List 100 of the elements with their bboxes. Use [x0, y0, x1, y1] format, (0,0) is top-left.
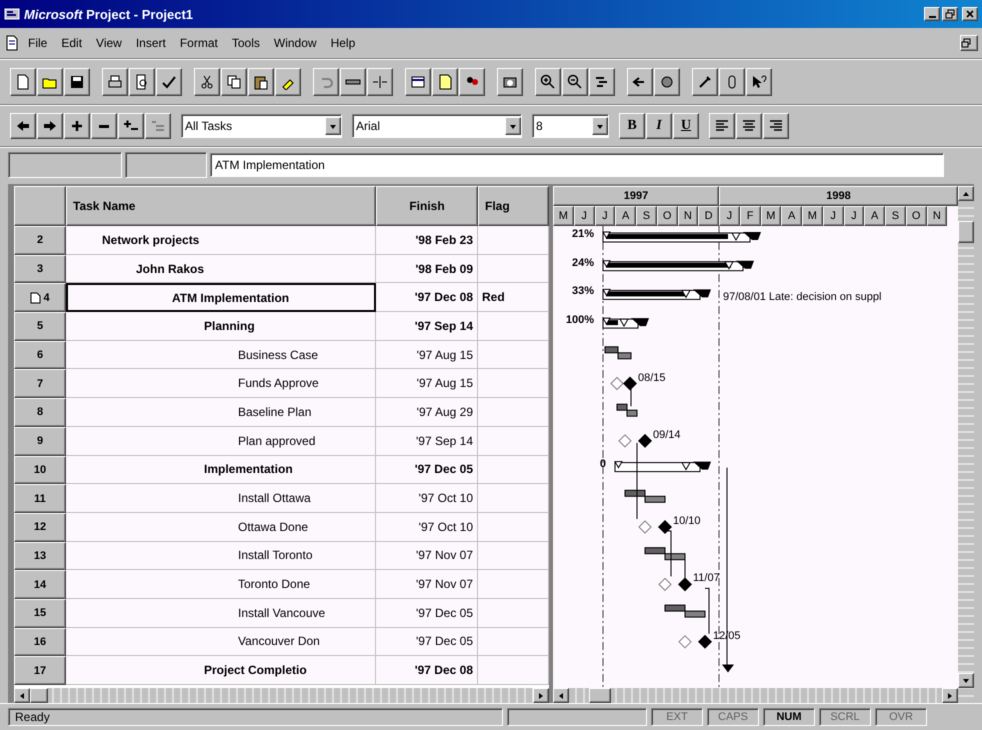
help-button[interactable]: [746, 68, 772, 96]
task-name-cell[interactable]: Project Completio: [66, 656, 376, 685]
scroll-thumb[interactable]: [30, 688, 48, 703]
routing-button[interactable]: [654, 68, 680, 96]
select-all-cell[interactable]: [14, 186, 66, 226]
format-painter-button[interactable]: [275, 68, 301, 96]
tools-button[interactable]: [692, 68, 718, 96]
row-header[interactable]: 8: [14, 398, 66, 427]
underline-button[interactable]: U: [673, 113, 699, 139]
align-right-button[interactable]: [763, 113, 789, 139]
office-assistant-button[interactable]: [719, 68, 745, 96]
task-name-cell[interactable]: Plan approved: [66, 426, 376, 456]
menu-item[interactable]: Edit: [55, 34, 88, 52]
menu-item[interactable]: Insert: [130, 34, 172, 52]
task-name-cell[interactable]: Network projects: [66, 226, 376, 255]
open-button[interactable]: [37, 68, 63, 96]
unlink-button[interactable]: [367, 68, 393, 96]
task-name-cell[interactable]: Implementation: [66, 456, 376, 484]
scroll-left-button[interactable]: [14, 688, 30, 703]
scroll-up-button[interactable]: [958, 186, 974, 201]
scroll-thumb[interactable]: [589, 688, 611, 703]
scroll-right-button[interactable]: [533, 688, 549, 703]
task-name-cell[interactable]: Toronto Done: [66, 570, 376, 599]
row-header[interactable]: 5: [14, 312, 66, 341]
dropdown-button[interactable]: [325, 117, 341, 135]
entry-field[interactable]: ATM Implementation: [210, 153, 944, 177]
zoom-in-button[interactable]: [535, 68, 561, 96]
undo-button[interactable]: [313, 68, 339, 96]
bold-button[interactable]: B: [619, 113, 645, 139]
hide-subtasks-button[interactable]: [91, 113, 117, 139]
task-name-cell[interactable]: Install Vancouve: [66, 598, 376, 628]
dropdown-button[interactable]: [592, 117, 608, 135]
row-header[interactable]: 9: [14, 426, 66, 456]
row-header[interactable]: 2: [14, 226, 66, 255]
row-header[interactable]: 13: [14, 542, 66, 570]
show-subtasks-button[interactable]: [64, 113, 90, 139]
column-header[interactable]: Finish: [376, 186, 478, 226]
task-name-cell[interactable]: John Rakos: [66, 254, 376, 284]
row-header[interactable]: 7: [14, 369, 66, 398]
scroll-left-button[interactable]: [553, 688, 569, 703]
filter-dropdown[interactable]: All Tasks: [181, 114, 342, 138]
zoom-out-button[interactable]: [562, 68, 588, 96]
task-name-cell[interactable]: Planning: [66, 312, 376, 341]
row-header[interactable]: 16: [14, 628, 66, 656]
column-header[interactable]: Task Name: [66, 186, 376, 226]
restore-button[interactable]: [942, 7, 958, 21]
close-button[interactable]: [962, 7, 978, 21]
copy-picture-button[interactable]: [497, 68, 523, 96]
menu-item[interactable]: Window: [268, 34, 323, 52]
scroll-down-button[interactable]: [958, 673, 974, 688]
column-header[interactable]: Flag: [478, 186, 549, 226]
menu-item[interactable]: File: [22, 34, 54, 52]
outline-button[interactable]: [145, 113, 171, 139]
show-all-button[interactable]: [118, 113, 144, 139]
task-information-button[interactable]: [405, 68, 431, 96]
indent-button[interactable]: [37, 113, 63, 139]
row-header[interactable]: 11: [14, 484, 66, 513]
scroll-thumb[interactable]: [958, 221, 974, 243]
row-header[interactable]: 17: [14, 656, 66, 685]
task-name-cell[interactable]: Vancouver Don: [66, 628, 376, 656]
spelling-button[interactable]: [156, 68, 182, 96]
row-header[interactable]: 12: [14, 512, 66, 542]
paste-button[interactable]: [248, 68, 274, 96]
task-name-cell[interactable]: Install Ottawa: [66, 484, 376, 513]
print-preview-button[interactable]: [129, 68, 155, 96]
assign-resources-button[interactable]: [459, 68, 485, 96]
row-header[interactable]: 15: [14, 598, 66, 628]
cut-button[interactable]: [194, 68, 220, 96]
restore-button[interactable]: [960, 35, 978, 51]
task-name-cell[interactable]: ATM Implementation: [66, 283, 376, 312]
save-button[interactable]: [64, 68, 90, 96]
print-button[interactable]: [102, 68, 128, 96]
scroll-right-button[interactable]: [942, 688, 958, 703]
row-header[interactable]: 14: [14, 570, 66, 599]
task-name-cell[interactable]: Baseline Plan: [66, 398, 376, 427]
task-name-cell[interactable]: Business Case: [66, 340, 376, 370]
task-name-cell[interactable]: Install Toronto: [66, 542, 376, 570]
row-header[interactable]: 6: [14, 340, 66, 370]
dropdown-button[interactable]: [505, 117, 521, 135]
menu-item[interactable]: Format: [174, 34, 224, 52]
notes-button[interactable]: [432, 68, 458, 96]
menu-item[interactable]: Tools: [226, 34, 266, 52]
menu-item[interactable]: View: [90, 34, 128, 52]
italic-button[interactable]: I: [646, 113, 672, 139]
task-name-cell[interactable]: Ottawa Done: [66, 512, 376, 542]
goto-task-button[interactable]: [589, 68, 615, 96]
send-button[interactable]: [627, 68, 653, 96]
row-header[interactable]: 3: [14, 254, 66, 284]
menu-item[interactable]: Help: [324, 34, 362, 52]
new-button[interactable]: [10, 68, 36, 96]
task-name-cell[interactable]: Funds Approve: [66, 369, 376, 398]
outdent-button[interactable]: [10, 113, 36, 139]
align-center-button[interactable]: [736, 113, 762, 139]
row-header[interactable]: 10: [14, 456, 66, 484]
copy-button[interactable]: [221, 68, 247, 96]
font-size-dropdown[interactable]: 8: [532, 114, 609, 138]
row-header[interactable]: 4: [14, 283, 66, 312]
align-left-button[interactable]: [709, 113, 735, 139]
minimize-button[interactable]: [924, 7, 940, 21]
font-dropdown[interactable]: Arial: [352, 114, 522, 138]
